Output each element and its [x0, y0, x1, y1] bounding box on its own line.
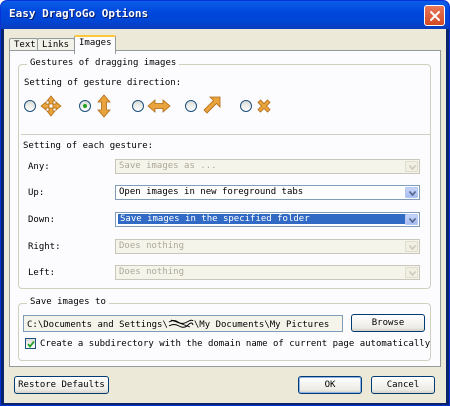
gesture-right-label: Right:	[28, 242, 61, 252]
each-gesture-label: Setting of each gesture:	[23, 141, 154, 151]
subdir-label[interactable]: Create a subdirectory with the domain na…	[40, 339, 430, 349]
direction-radio-four-way[interactable]	[24, 100, 36, 112]
dropdown-arrow-icon[interactable]	[405, 214, 418, 225]
window-title: Easy DragToGo Options	[9, 7, 149, 20]
x-cross-icon	[257, 99, 271, 113]
gestures-group: Gestures of dragging images Setting of g…	[18, 58, 431, 289]
tab-text-label: Text	[14, 40, 36, 50]
checkmark-icon	[27, 340, 35, 348]
save-path-value: C:\Documents and Settings\ \My Documents\…	[27, 319, 329, 330]
close-icon	[430, 11, 440, 21]
images-tab-panel: Gestures of dragging images Setting of g…	[9, 50, 441, 367]
gesture-right-select[interactable]: Does nothing	[115, 239, 420, 254]
cancel-button[interactable]: Cancel	[371, 376, 435, 394]
gesture-left-label: Left:	[28, 268, 56, 278]
gesture-down-select[interactable]: Save images in the specified folder	[115, 212, 420, 227]
gesture-any-label: Any:	[28, 162, 50, 172]
gesture-any-value: Save images as ...	[119, 161, 217, 171]
redaction-mark-icon	[168, 319, 194, 328]
direction-radio-up-down[interactable]	[79, 100, 91, 112]
left-right-arrows-icon	[147, 99, 171, 113]
tab-links-label: Links	[42, 40, 70, 50]
tab-images[interactable]: Images	[74, 35, 116, 54]
save-path-suffix: \My Documents\My Pictures	[193, 320, 330, 330]
gesture-right-value: Does nothing	[119, 241, 185, 251]
gestures-group-legend: Gestures of dragging images	[27, 58, 180, 68]
up-down-arrows-icon	[97, 94, 111, 118]
direction-radio-diagonal[interactable]	[185, 100, 197, 112]
browse-button[interactable]: Browse	[351, 314, 425, 332]
options-dialog: Easy DragToGo Options Text Links Images …	[0, 0, 450, 406]
title-bar[interactable]: Easy DragToGo Options	[1, 1, 449, 29]
dropdown-arrow-icon[interactable]	[405, 241, 418, 252]
save-images-group: Save images to C:\Documents and Settings…	[18, 297, 431, 361]
restore-defaults-button[interactable]: Restore Defaults	[14, 376, 109, 394]
dropdown-arrow-icon[interactable]	[405, 161, 418, 172]
dropdown-arrow-icon[interactable]	[405, 267, 418, 278]
gesture-divider	[21, 134, 430, 135]
direction-radio-left-right[interactable]	[132, 100, 144, 112]
gesture-up-value: Open images in new foreground tabs	[119, 187, 304, 197]
four-way-arrows-icon	[40, 95, 62, 117]
gesture-down-label: Down:	[28, 215, 56, 225]
direction-label: Setting of gesture direction:	[24, 78, 182, 88]
dialog-body: Text Links Images Gestures of dragging i…	[4, 29, 446, 403]
direction-radio-none[interactable]	[240, 100, 252, 112]
save-path-prefix: C:\Documents and Settings\	[27, 320, 168, 330]
gesture-any-select[interactable]: Save images as ...	[115, 159, 420, 174]
save-path-field[interactable]: C:\Documents and Settings\ \My Documents\…	[23, 315, 343, 332]
save-group-legend: Save images to	[27, 297, 109, 307]
ok-button[interactable]: OK	[298, 376, 362, 394]
close-button[interactable]	[424, 5, 445, 26]
dropdown-arrow-icon[interactable]	[405, 187, 418, 198]
tab-images-label: Images	[79, 38, 112, 48]
gesture-down-value: Save images in the specified folder	[118, 214, 406, 224]
gesture-up-select[interactable]: Open images in new foreground tabs	[115, 185, 420, 200]
gesture-left-select[interactable]: Does nothing	[115, 265, 420, 280]
gesture-left-value: Does nothing	[119, 267, 185, 277]
subdir-checkbox[interactable]	[25, 338, 36, 349]
gesture-up-label: Up:	[28, 188, 45, 198]
diagonal-arrow-icon	[203, 96, 221, 114]
